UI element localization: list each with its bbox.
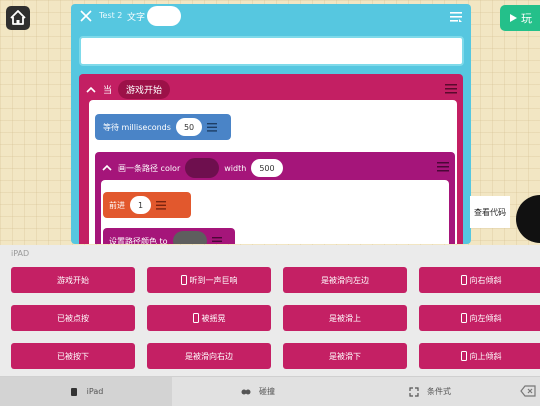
home-icon <box>6 6 30 30</box>
palette-block-label: 游戏开始 <box>57 275 89 286</box>
play-button[interactable]: 玩 <box>500 5 540 31</box>
phone-icon <box>461 313 467 323</box>
palette-block[interactable]: 是被滑下 <box>283 343 407 369</box>
wait-label: 等待 milliseconds <box>103 122 171 133</box>
expand-icon <box>409 387 419 397</box>
event-prefix: 当 <box>103 83 112 96</box>
tab-label: iPad <box>87 387 104 396</box>
palette-block[interactable]: 是被滑向左边 <box>283 267 407 293</box>
event-block-game-start[interactable]: 当 游戏开始 等待 milliseconds 50 <box>79 74 463 244</box>
palette-block-label: 是被滑向左边 <box>321 275 369 286</box>
collision-icon <box>241 387 251 397</box>
palette-block-label: 向右倾斜 <box>470 275 502 286</box>
close-icon[interactable] <box>79 9 93 23</box>
palette-block-label: 已被点按 <box>57 313 89 324</box>
palette-block[interactable]: 已被点按 <box>11 305 135 331</box>
draw-path-body: 前进 1 设置路径颜色 to <box>101 180 449 244</box>
chevron-up-icon[interactable] <box>101 162 113 174</box>
code-name-input[interactable] <box>79 36 464 66</box>
wait-value[interactable]: 50 <box>176 118 202 136</box>
tab-conditionals[interactable]: 条件式 <box>344 377 516 406</box>
play-label: 玩 <box>521 10 532 26</box>
palette-block[interactable]: 向左倾斜 <box>419 305 540 331</box>
set-color-label: 设置路径颜色 to <box>109 236 168 245</box>
text-label: 文字 <box>127 10 145 23</box>
draw-path-label: 画一条路径 color <box>118 163 180 174</box>
character-thumbnail[interactable] <box>516 195 540 243</box>
drag-handle-icon[interactable] <box>445 84 457 94</box>
palette-block-label: 听到一声巨响 <box>190 275 238 286</box>
phone-icon <box>461 351 467 361</box>
palette-block[interactable]: 是被滑上 <box>283 305 407 331</box>
palette-block-label: 被摇晃 <box>202 313 226 324</box>
wait-block[interactable]: 等待 milliseconds 50 <box>95 114 231 140</box>
drag-handle-icon[interactable] <box>212 237 222 245</box>
text-value-field[interactable] <box>147 6 181 26</box>
drag-handle-icon[interactable] <box>156 201 166 210</box>
view-code-button[interactable]: 查看代码 <box>470 196 510 228</box>
tab-label: 碰撞 <box>259 386 275 397</box>
palette-block[interactable]: 听到一声巨响 <box>147 267 271 293</box>
backspace-icon[interactable] <box>520 385 536 397</box>
palette-section-label: iPAD <box>11 249 29 258</box>
event-name-pill[interactable]: 游戏开始 <box>118 80 170 99</box>
event-block-header: 当 游戏开始 <box>85 80 170 99</box>
play-icon <box>508 13 518 23</box>
palette-block[interactable]: 是被滑向右边 <box>147 343 271 369</box>
color-picker[interactable] <box>185 158 219 178</box>
width-value[interactable]: 500 <box>251 159 282 177</box>
tab-collision[interactable]: 碰撞 <box>172 377 344 406</box>
palette-block-label: 是被滑下 <box>329 351 361 362</box>
palette-block-label: 是被滑向右边 <box>185 351 233 362</box>
phone-icon <box>461 275 467 285</box>
event-block-body: 等待 milliseconds 50 画一条路径 color width 500 <box>89 100 457 244</box>
palette-block[interactable]: 向右倾斜 <box>419 267 540 293</box>
tab-label: 条件式 <box>427 386 451 397</box>
drag-handle-icon[interactable] <box>207 123 217 132</box>
forward-value[interactable]: 1 <box>130 196 151 214</box>
palette-block[interactable]: 被摇晃 <box>147 305 271 331</box>
drag-handle-icon[interactable] <box>437 162 449 172</box>
palette-block[interactable]: 向上倾斜 <box>419 343 540 369</box>
tablet-icon <box>69 387 79 397</box>
phone-icon <box>181 275 187 285</box>
draw-path-header: 画一条路径 color width 500 <box>101 158 283 178</box>
set-path-color-block[interactable]: 设置路径颜色 to <box>103 228 235 244</box>
editor-header: Test 2 文字 <box>71 4 471 30</box>
palette-block-label: 向左倾斜 <box>470 313 502 324</box>
width-label: width <box>224 164 246 173</box>
forward-block[interactable]: 前进 1 <box>103 192 191 218</box>
phone-icon <box>193 313 199 323</box>
palette-block[interactable]: 已被按下 <box>11 343 135 369</box>
tab-ipad[interactable]: iPad <box>0 377 172 406</box>
menu-icon[interactable] <box>449 10 463 24</box>
palette-block-label: 已被按下 <box>57 351 89 362</box>
category-tab-bar: iPad 碰撞 条件式 <box>0 376 540 406</box>
palette-block[interactable]: 游戏开始 <box>11 267 135 293</box>
set-color-picker[interactable] <box>173 231 207 244</box>
palette-block-label: 向上倾斜 <box>470 351 502 362</box>
forward-label: 前进 <box>109 200 125 211</box>
chevron-up-icon[interactable] <box>85 84 97 96</box>
draw-path-block[interactable]: 画一条路径 color width 500 前进 1 <box>95 152 455 244</box>
palette-block-label: 是被滑上 <box>329 313 361 324</box>
home-button[interactable] <box>6 6 30 30</box>
code-editor: Test 2 文字 当 游戏开始 等待 milliseconds 50 <box>71 4 471 244</box>
editor-title: Test 2 <box>99 11 122 20</box>
